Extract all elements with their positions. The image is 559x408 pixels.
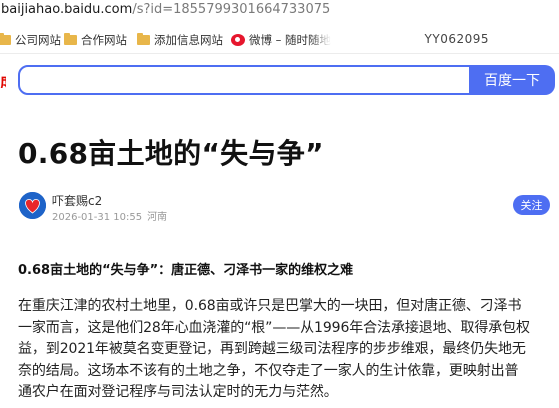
paragraph-line: 通农户在面对登记程序与司法认定时的无力与茫然。 (18, 384, 338, 400)
folder-icon (64, 33, 77, 45)
author-meta: 2026-01-31 10:55 河南 (52, 208, 167, 223)
address-path: /s?id=1855799301664733075 (132, 2, 331, 17)
publish-location: 河南 (147, 212, 168, 223)
bookmark-partner-site[interactable]: 合作网站 (64, 32, 127, 48)
bookmark-add-info-site[interactable]: 添加信息网站 (137, 32, 223, 48)
article-title: 0.68亩土地的“失与争” (18, 137, 324, 170)
search-header: 度 百度一下 (0, 55, 559, 105)
bookmark-company-site[interactable]: 公司网站 (0, 32, 61, 48)
bookmark-label: 微博 – 随时随地 (249, 33, 332, 47)
bookmark-weibo[interactable]: 微博 – 随时随地 (231, 32, 331, 48)
heart-icon (19, 192, 46, 219)
author-avatar[interactable] (19, 192, 46, 219)
address-host: baijiahao.baidu.com (1, 2, 133, 17)
paragraph-line: 在重庆江津的农村土地里，0.68亩或许只是巴掌大的一块田，但对唐正德、刁泽书 (18, 298, 522, 314)
folder-icon (137, 33, 150, 45)
author-name[interactable]: 吓套赐c2 (52, 192, 102, 209)
bookmark-user-id: YY062095 (424, 32, 489, 46)
bookmark-label: 添加信息网站 (154, 33, 223, 47)
paragraph-line: 一家而言，这是他们28年心血浇灌的“根”——从1996年合法承接退地、取得承包权 (18, 319, 530, 336)
publish-date: 2026-01-31 10:55 (52, 212, 143, 223)
follow-button[interactable]: 关注 (513, 195, 550, 215)
bookmark-label: 公司网站 (15, 33, 61, 47)
article-subhead: 0.68亩土地的“失与争”：唐正德、刁泽书一家的维权之难 (18, 263, 354, 278)
weibo-icon (231, 34, 245, 46)
article-paragraph: 在重庆江津的农村土地里，0.68亩或许只是巴掌大的一块田，但对唐正德、刁泽书 一… (18, 296, 559, 404)
folder-icon (0, 33, 11, 45)
search-button[interactable]: 百度一下 (469, 65, 555, 95)
baidu-logo-fragment: 度 (0, 72, 6, 88)
bookmark-label: 合作网站 (81, 33, 127, 47)
paragraph-line: 益，到2021年被莫名变更登记，再到跨越三级司法程序的步步维艰，最终仍失地无 (18, 341, 526, 357)
search-input[interactable] (18, 65, 471, 95)
address-url[interactable]: baijiahao.baidu.com/s?id=185579930166473… (1, 1, 330, 19)
paragraph-line: 奈的结局。这场本不该有的土地之争，不仅夺走了一家人的生计依靠，更映射出普 (18, 362, 519, 379)
address-bar[interactable]: baijiahao.baidu.com/s?id=185579930166473… (0, 0, 559, 22)
bookmarks-bar: 公司网站 合作网站 添加信息网站 微博 – 随时随地 YY062095 (0, 26, 559, 54)
